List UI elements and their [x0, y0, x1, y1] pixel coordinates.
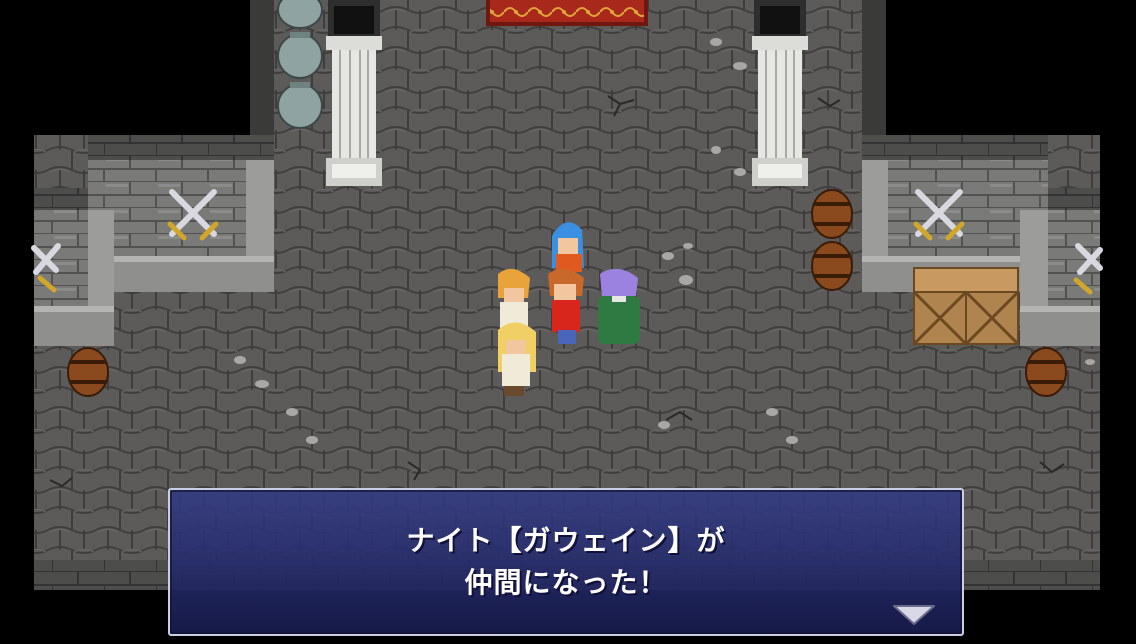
barrel [811, 241, 853, 291]
dialogue-text: ナイト【ガウェイン】が 仲間になった！ [170, 520, 962, 604]
party-member-blue-haired [552, 222, 584, 272]
dialogue-box[interactable]: ナイト【ガウェイン】が 仲間になった！ [168, 488, 964, 636]
party-member-green-robe [598, 268, 640, 344]
dialogue-line-1: ナイト【ガウェイン】が [406, 524, 726, 557]
clay-pots [277, 0, 323, 129]
pillar-right [752, 0, 808, 186]
dialogue-line-2: 仲間になった！ [464, 566, 668, 599]
game-scene: ナイト【ガウェイン】が 仲間になった！ [0, 0, 1136, 640]
wooden-crates [912, 267, 1020, 346]
barrel [67, 347, 109, 397]
red-carpet [486, 0, 648, 26]
barrel [811, 189, 853, 239]
triangle-down-icon[interactable] [892, 604, 936, 626]
barrel [1025, 347, 1067, 397]
pillar-left [326, 0, 382, 186]
